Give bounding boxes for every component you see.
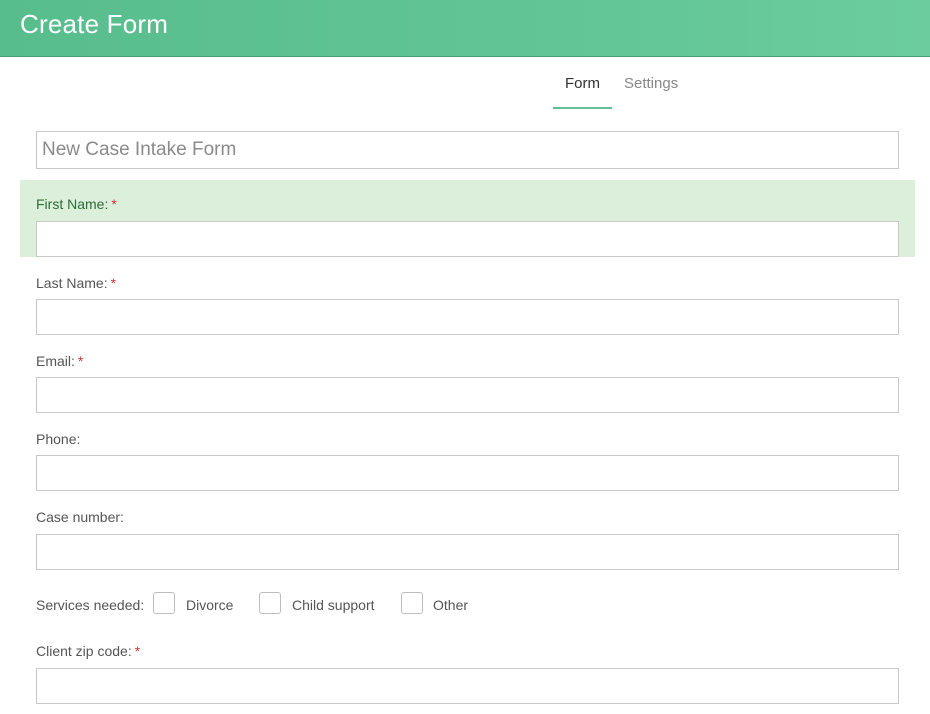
required-mark: *	[77, 353, 84, 369]
last-name-label: Last Name: *	[36, 275, 116, 291]
zip-code-field[interactable]	[36, 668, 899, 704]
page-title: Create Form	[20, 9, 169, 39]
email-label-text: Email:	[36, 353, 75, 369]
first-name-label-text: First Name:	[36, 196, 109, 212]
first-name-field[interactable]	[36, 221, 899, 257]
zip-code-label: Client zip code: *	[36, 643, 140, 659]
services-label: Services needed:	[36, 597, 145, 613]
phone-label: Phone:	[36, 431, 80, 447]
other-checkbox[interactable]	[401, 592, 423, 614]
email-field[interactable]	[36, 377, 899, 413]
zip-code-label-text: Client zip code:	[36, 643, 132, 659]
other-label: Other	[433, 597, 469, 613]
divorce-checkbox[interactable]	[153, 592, 175, 614]
required-mark: *	[111, 196, 117, 212]
tab-settings[interactable]: Settings	[624, 75, 678, 92]
required-mark: *	[134, 643, 141, 659]
case-number-label-text: Case number:	[36, 509, 124, 525]
email-label: Email: *	[36, 353, 83, 369]
active-tab-indicator	[553, 107, 612, 109]
child-support-label: Child support	[292, 597, 375, 613]
required-mark: *	[110, 275, 117, 291]
phone-field[interactable]	[36, 455, 899, 491]
form-title-input[interactable]	[36, 131, 899, 169]
case-number-label: Case number:	[36, 509, 124, 525]
tab-form[interactable]: Form	[553, 75, 612, 92]
case-number-field[interactable]	[36, 534, 899, 570]
tab-bar: Form Settings	[0, 57, 930, 109]
first-name-label: First Name: *	[36, 196, 117, 212]
last-name-field[interactable]	[36, 299, 899, 335]
last-name-label-text: Last Name:	[36, 275, 108, 291]
divorce-label: Divorce	[186, 597, 234, 613]
phone-label-text: Phone:	[36, 431, 81, 447]
child-support-checkbox[interactable]	[259, 592, 281, 614]
app-header: Create Form	[0, 0, 930, 57]
